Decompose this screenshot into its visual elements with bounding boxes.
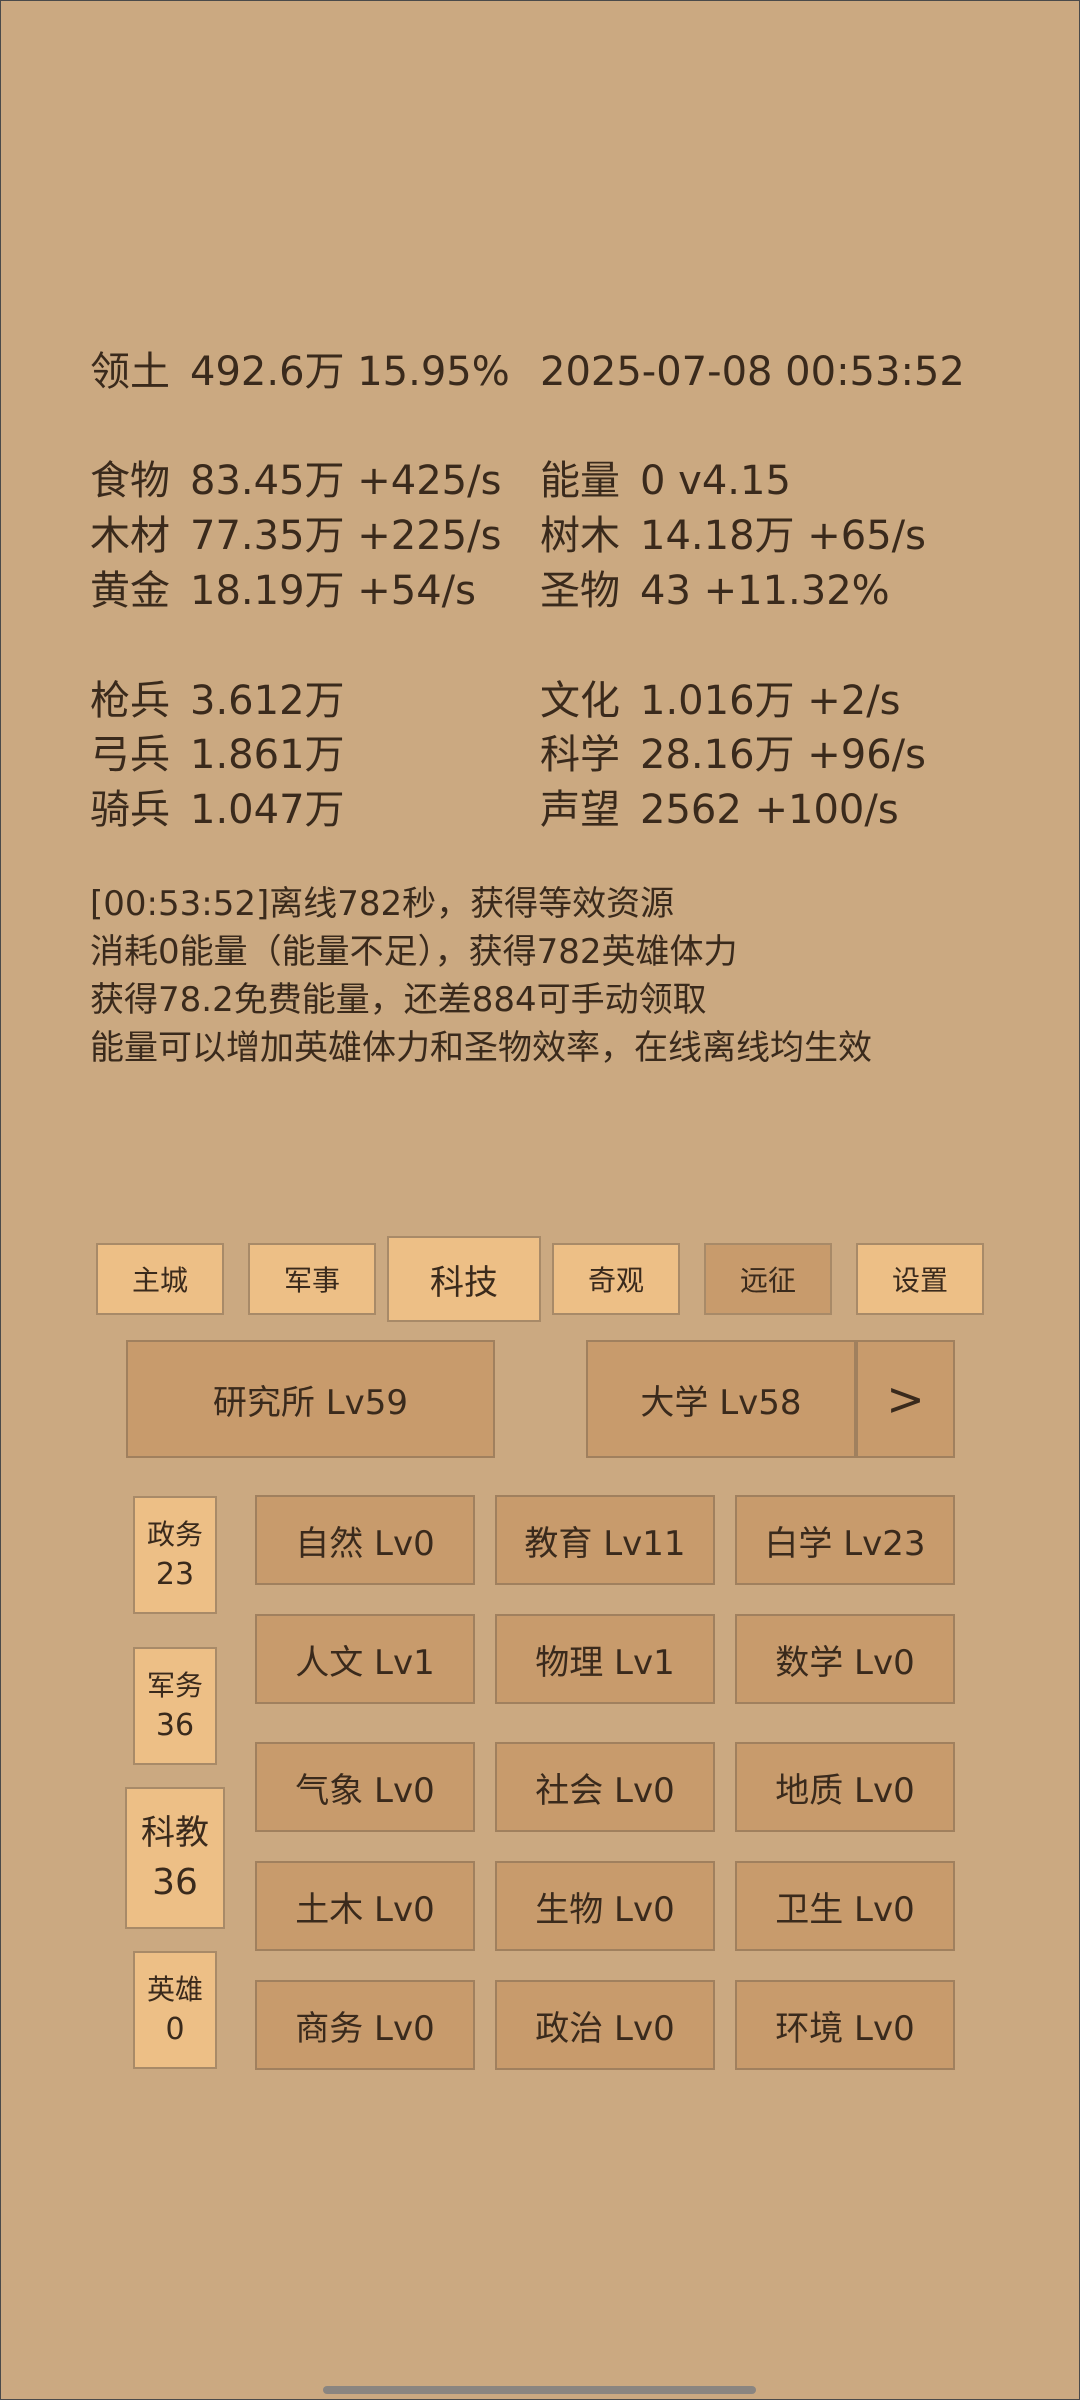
territory-stat: 领土 492.6万 15.95% [90,348,510,396]
log-line: 获得78.2免费能量，还差884可手动领取 [90,980,707,1020]
side-tab-government[interactable]: 政务 23 [133,1496,217,1614]
tab-expedition[interactable]: 远征 [704,1243,832,1315]
territory-label: 领土 [90,349,170,395]
tab-wonders[interactable]: 奇观 [552,1243,680,1315]
tech-civil-engineering[interactable]: 土木 Lv0 [255,1861,475,1951]
tech-baixue[interactable]: 白学 Lv23 [735,1495,955,1585]
resource-energy: 能量 0 v4.15 [540,458,791,504]
tab-main-city[interactable]: 主城 [96,1243,224,1315]
unit-archers: 弓兵 1.861万 [90,732,345,778]
log-line: 能量可以增加英雄体力和圣物效率，在线离线均生效 [90,1028,872,1068]
side-tab-science-education[interactable]: 科教 36 [125,1787,225,1929]
tech-education[interactable]: 教育 Lv11 [495,1495,715,1585]
home-indicator[interactable] [323,2386,756,2394]
tech-politics[interactable]: 政治 Lv0 [495,1980,715,2070]
tech-hygiene[interactable]: 卫生 Lv0 [735,1861,955,1951]
log-line: 消耗0能量（能量不足），获得782英雄体力 [90,932,738,972]
tech-mathematics[interactable]: 数学 Lv0 [735,1614,955,1704]
tech-biology[interactable]: 生物 Lv0 [495,1861,715,1951]
tech-humanities[interactable]: 人文 Lv1 [255,1614,475,1704]
stat-science: 科学 28.16万 +96/s [540,732,926,778]
tab-technology[interactable]: 科技 [387,1236,541,1322]
tab-settings[interactable]: 设置 [856,1243,984,1315]
tech-physics[interactable]: 物理 Lv1 [495,1614,715,1704]
resource-wood: 木材 77.35万 +225/s [90,513,502,559]
stat-culture: 文化 1.016万 +2/s [540,678,901,724]
unit-spearmen: 枪兵 3.612万 [90,678,345,724]
tech-meteorology[interactable]: 气象 Lv0 [255,1742,475,1832]
tech-society[interactable]: 社会 Lv0 [495,1742,715,1832]
unit-cavalry: 骑兵 1.047万 [90,787,345,833]
resource-gold: 黄金 18.19万 +54/s [90,568,476,614]
tech-nature[interactable]: 自然 Lv0 [255,1495,475,1585]
next-button[interactable]: > [856,1340,955,1458]
log-line: [00:53:52]离线782秒，获得等效资源 [90,884,675,924]
territory-value: 492.6万 15.95% [190,349,510,395]
institute-button[interactable]: 研究所 Lv59 [126,1340,495,1458]
resource-relics: 圣物 43 +11.32% [540,568,890,614]
tab-military[interactable]: 军事 [248,1243,376,1315]
message-log: [00:53:52]离线782秒，获得等效资源 消耗0能量（能量不足），获得78… [90,880,872,1072]
side-tab-military-affairs[interactable]: 军务 36 [133,1647,217,1765]
university-button[interactable]: 大学 Lv58 [586,1340,856,1458]
stat-prestige: 声望 2562 +100/s [540,787,899,833]
tech-commerce[interactable]: 商务 Lv0 [255,1980,475,2070]
resource-trees: 树木 14.18万 +65/s [540,513,926,559]
tech-environment[interactable]: 环境 Lv0 [735,1980,955,2070]
side-tab-heroes[interactable]: 英雄 0 [133,1951,217,2069]
tech-geology[interactable]: 地质 Lv0 [735,1742,955,1832]
datetime: 2025-07-08 00:53:52 [540,349,965,395]
resource-food: 食物 83.45万 +425/s [90,458,502,504]
